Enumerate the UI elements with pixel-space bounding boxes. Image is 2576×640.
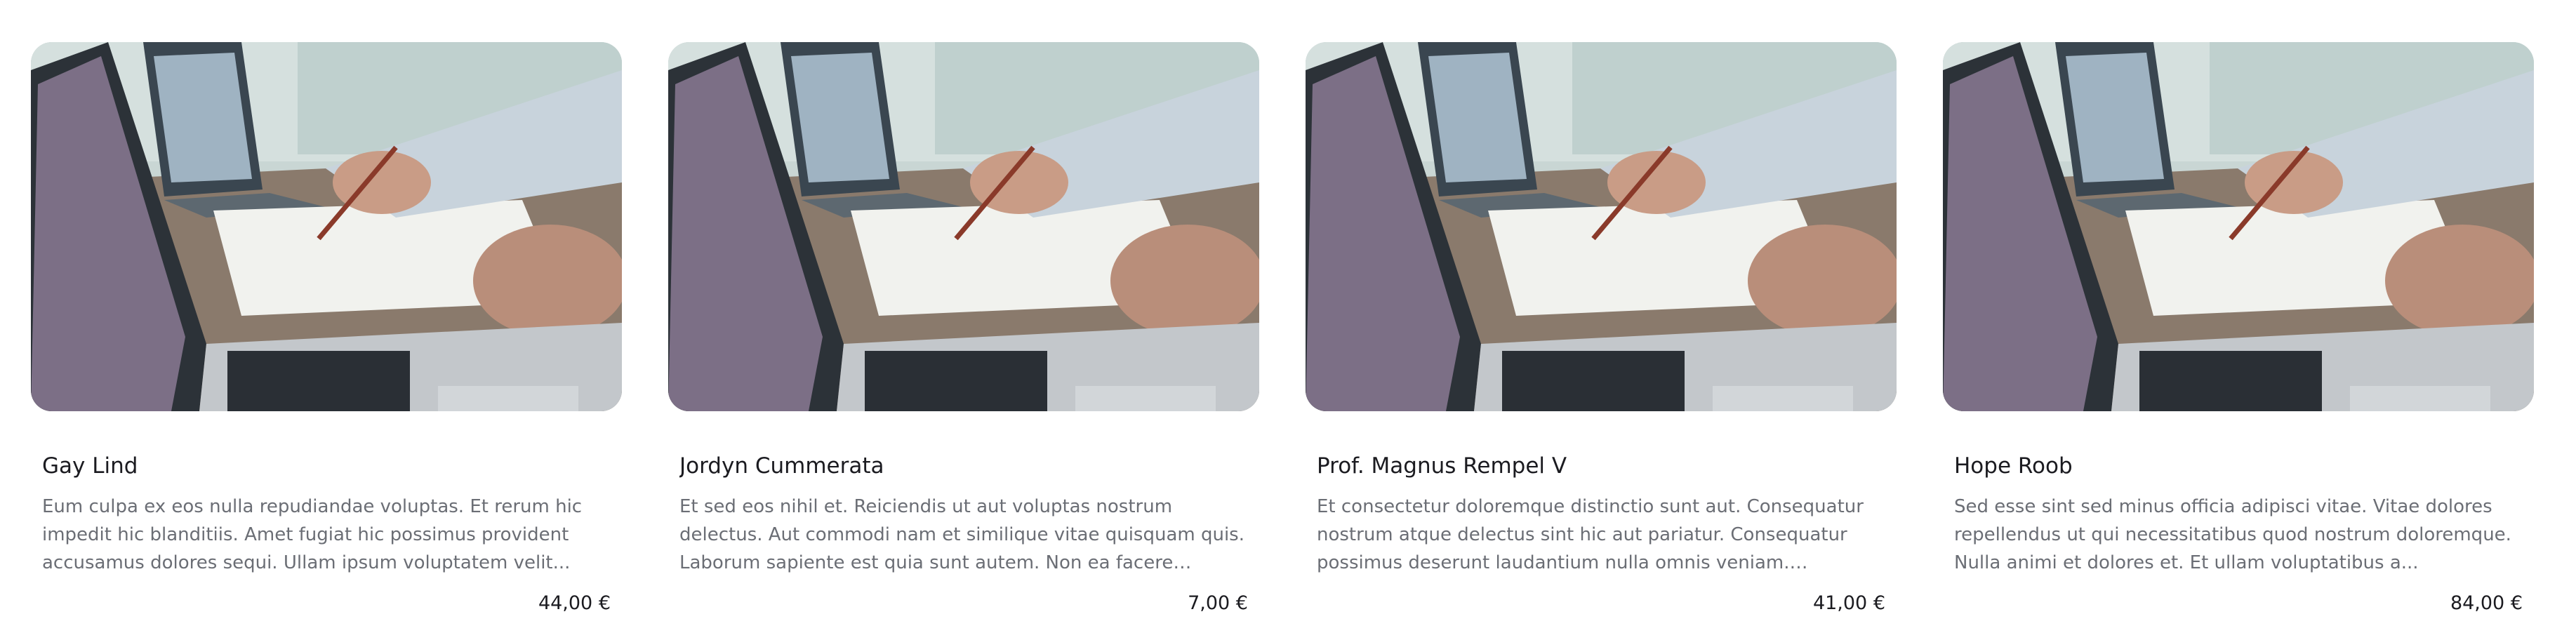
product-price: 84,00 € <box>2450 592 2523 614</box>
product-image[interactable] <box>668 42 1259 411</box>
product-name: Jordyn Cummerata <box>679 453 884 479</box>
product-price: 41,00 € <box>1812 592 1885 614</box>
product-name: Prof. Magnus Rempel V <box>1317 453 1567 479</box>
product-grid: Gay Lind Eum culpa ex eos nulla repudian… <box>31 42 2545 618</box>
product-description: Sed esse sint sed minus officia adipisci… <box>1954 496 2511 573</box>
product-image[interactable] <box>31 42 622 411</box>
product-image[interactable] <box>1943 42 2534 411</box>
product-card[interactable]: Prof. Magnus Rempel V Et consectetur dol… <box>1306 42 1897 618</box>
product-description: Eum culpa ex eos nulla repudiandae volup… <box>42 496 583 573</box>
product-card[interactable]: Jordyn Cummerata Et sed eos nihil et. Re… <box>668 42 1259 618</box>
product-name: Gay Lind <box>42 453 138 479</box>
product-price: 44,00 € <box>538 592 611 614</box>
product-card[interactable]: Gay Lind Eum culpa ex eos nulla repudian… <box>31 42 622 618</box>
product-description: Et consectetur doloremque distinctio sun… <box>1317 496 1864 573</box>
product-name: Hope Roob <box>1954 453 2073 479</box>
product-description: Et sed eos nihil et. Reiciendis ut aut v… <box>679 496 1244 573</box>
product-price: 7,00 € <box>1188 592 1248 614</box>
product-card[interactable]: Hope Roob Sed esse sint sed minus offici… <box>1943 42 2534 618</box>
product-image[interactable] <box>1306 42 1897 411</box>
